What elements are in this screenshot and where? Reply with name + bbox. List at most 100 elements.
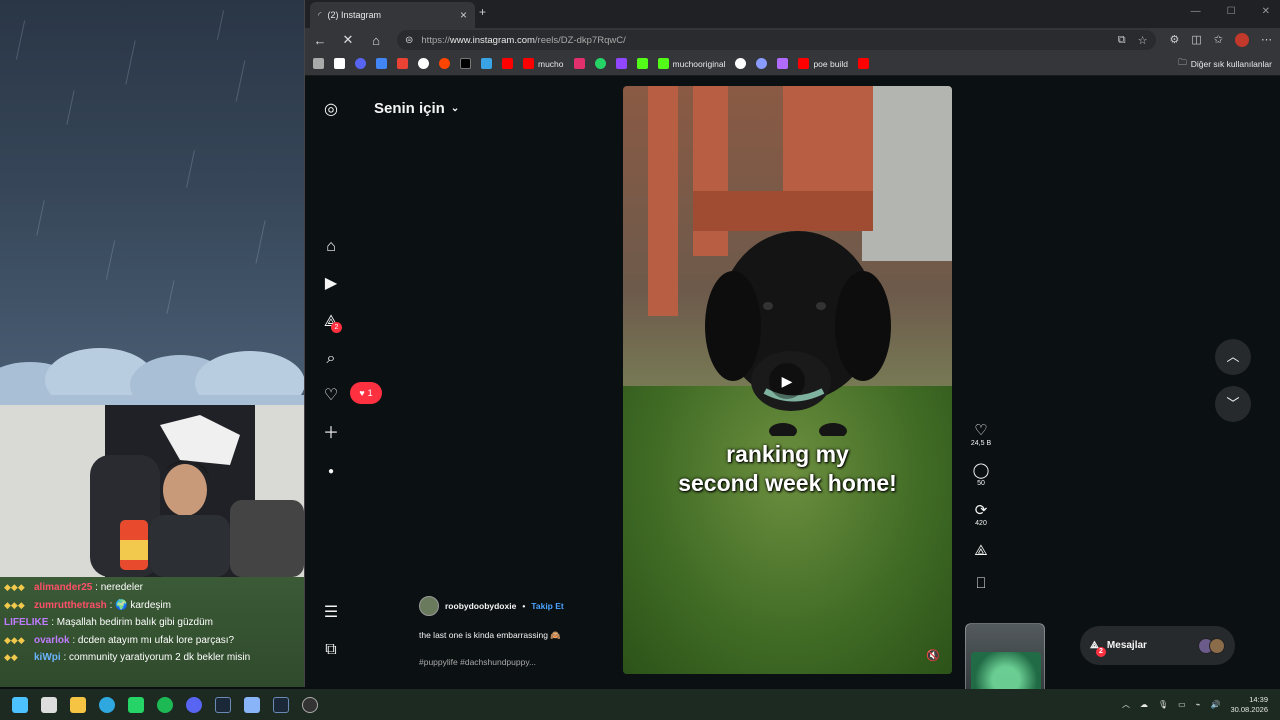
share-button[interactable]: ⟁ <box>968 542 994 560</box>
instagram-logo-icon[interactable]: ◎ <box>321 100 341 120</box>
app-available-icon[interactable]: ⧉ <box>1118 34 1126 47</box>
split-screen-icon[interactable]: ◫ <box>1191 33 1201 47</box>
address-toolbar: ← ✕ ⌂ ⊜ https://www.instagram.com/reels/… <box>305 28 1280 52</box>
notification-pill[interactable]: ♥ 1 <box>350 382 382 404</box>
previous-reel-button[interactable]: ︿ <box>1215 339 1251 375</box>
extensions-icon[interactable]: ⚙ <box>1170 33 1180 47</box>
heart-icon: ♡ <box>974 422 988 439</box>
youtube-bookmark[interactable] <box>857 58 869 69</box>
desktop: ◆◆◆ alimander25 : neredeler ◆◆◆ zumrutthet… <box>0 0 1280 720</box>
favorite-star-icon[interactable]: ☆ <box>1138 34 1148 47</box>
youtube-poe-build-bookmark[interactable]: poe build <box>798 58 848 69</box>
gmail-bookmark[interactable] <box>397 58 408 69</box>
repost-count: 420 <box>975 520 987 527</box>
steam-icon[interactable] <box>273 696 289 713</box>
close-tab-icon[interactable]: × <box>460 8 467 22</box>
minimize-button[interactable]: — <box>1191 6 1201 17</box>
notifications-heart-icon[interactable]: ♡ <box>321 386 341 406</box>
kick-bookmark[interactable] <box>636 58 648 69</box>
mute-icon[interactable]: 🔇 <box>926 649 940 662</box>
volume-icon[interactable]: 🔊 <box>1210 700 1220 709</box>
clock[interactable]: 14:39 30.08.2026 <box>1230 695 1268 715</box>
more-menu-icon[interactable]: ⋯ <box>1261 33 1272 47</box>
repost-button[interactable]: ⟳ 420 <box>968 502 994 527</box>
steam-icon[interactable] <box>215 696 231 713</box>
chat-message: ◆◆◆ alimander25 : neredeler <box>4 582 143 593</box>
display-icon[interactable]: ▭ <box>1178 700 1186 709</box>
bookmark-item[interactable] <box>756 58 768 69</box>
obs-icon[interactable] <box>302 696 318 713</box>
reel-info: roobydoobydoxie • Takip Et the last one … <box>419 596 619 667</box>
spotify-icon[interactable] <box>157 696 173 713</box>
bookmark-item[interactable] <box>376 58 387 69</box>
windows-start-icon[interactable] <box>12 696 28 713</box>
also-from-meta-icon[interactable]: ⧉ <box>321 640 341 660</box>
comment-icon: ◯ <box>972 462 990 479</box>
favorites-icon[interactable]: ✩ <box>1214 33 1223 47</box>
search-icon[interactable]: ⌕ <box>321 349 341 369</box>
youtube-mucho-bookmark[interactable]: mucho <box>523 58 564 69</box>
chat-message: ◆◆◆ ovarlok : dcden atayım mı ufak lore p… <box>4 634 235 646</box>
reel-video[interactable]: ▶ ranking my second week home! 🔇 <box>623 86 952 674</box>
comment-button[interactable]: ◯ 50 <box>968 462 994 487</box>
bookmark-item[interactable] <box>777 58 789 69</box>
address-bar[interactable]: ⊜ https://www.instagram.com/reels/DZ-dkp… <box>397 30 1156 50</box>
profile-avatar[interactable] <box>1235 33 1249 47</box>
kick-muchooriginal-bookmark[interactable]: muchooriginal <box>657 58 725 69</box>
instagram-bookmark[interactable] <box>573 58 585 69</box>
whatsapp-bookmark[interactable] <box>594 58 606 69</box>
system-tray: ︿ ☁ 🎙 ▭ ⌁ 🔊 14:39 30.08.2026 <box>1122 695 1268 715</box>
home-icon[interactable]: ⌂ <box>321 237 341 257</box>
other-bookmarks-folder[interactable]: 🗀 Diğer sık kullanılanlar <box>1178 57 1272 71</box>
play-icon[interactable]: ▶ <box>769 363 805 399</box>
google-bookmark[interactable] <box>418 58 429 69</box>
profile-icon[interactable]: ● <box>321 462 341 482</box>
microphone-icon[interactable]: 🎙 <box>1158 700 1168 709</box>
task-view-icon[interactable] <box>41 696 57 713</box>
page-title: Senin için <box>374 100 445 117</box>
messages-icon[interactable]: ⟁ 2 <box>321 312 342 333</box>
youtube-bookmark[interactable] <box>502 58 513 69</box>
app-icon[interactable] <box>244 696 260 713</box>
stream-chat: ◆◆◆ alimander25 : neredeler ◆◆◆ zumrutthet… <box>0 577 304 687</box>
chevron-down-icon: ⌄ <box>450 103 460 114</box>
messages-button[interactable]: ⟁ 2 Mesajlar <box>1080 626 1235 665</box>
window-controls: — ☐ ✕ <box>1191 6 1270 17</box>
whatsapp-icon[interactable] <box>128 696 144 713</box>
bookmark-item[interactable] <box>481 58 492 69</box>
cloud-icon[interactable]: ☁ <box>1140 700 1148 709</box>
new-tab-button[interactable]: + <box>479 5 486 19</box>
home-button[interactable]: ⌂ <box>369 33 383 48</box>
tab-instagram[interactable]: ◜ (2) Instagram × <box>310 2 475 28</box>
chevron-up-icon[interactable]: ︿ <box>1122 699 1130 710</box>
stop-loading-button[interactable]: ✕ <box>341 32 355 48</box>
bookmark-item[interactable] <box>735 58 747 69</box>
like-button[interactable]: ♡ 24,5 B <box>968 422 994 447</box>
reel-hashtags[interactable]: #puppylife #dachshundpuppy... <box>419 657 619 667</box>
back-button[interactable]: ← <box>313 33 327 48</box>
follow-button[interactable]: Takip Et <box>531 601 563 611</box>
bookmark-item[interactable] <box>355 58 366 69</box>
x-bookmark[interactable] <box>460 58 471 69</box>
feed-selector[interactable]: Senin için ⌄ <box>374 100 459 117</box>
close-window-button[interactable]: ✕ <box>1262 6 1270 17</box>
bookmark-item[interactable] <box>334 58 345 69</box>
reels-icon[interactable]: ▶ <box>321 274 341 294</box>
reddit-bookmark[interactable] <box>439 58 450 69</box>
edge-icon[interactable] <box>99 696 115 713</box>
author-username[interactable]: roobydoobydoxie <box>445 601 516 611</box>
network-icon[interactable]: ⌁ <box>1196 700 1201 709</box>
bookmark-icon: ⎕ <box>976 575 986 592</box>
menu-icon[interactable]: ☰ <box>321 603 341 623</box>
discord-icon[interactable] <box>186 696 202 713</box>
save-button[interactable]: ⎕ <box>968 575 994 593</box>
site-info-icon[interactable]: ⊜ <box>405 35 413 46</box>
author-avatar[interactable] <box>419 596 439 616</box>
maximize-button[interactable]: ☐ <box>1227 6 1236 17</box>
create-icon[interactable]: ＋ <box>321 424 341 444</box>
bookmark-item[interactable] <box>313 58 324 69</box>
next-reel-button[interactable]: ﹀ <box>1215 386 1251 422</box>
twitch-bookmark[interactable] <box>615 58 627 69</box>
comment-count: 50 <box>977 480 985 487</box>
file-explorer-icon[interactable] <box>70 696 86 713</box>
